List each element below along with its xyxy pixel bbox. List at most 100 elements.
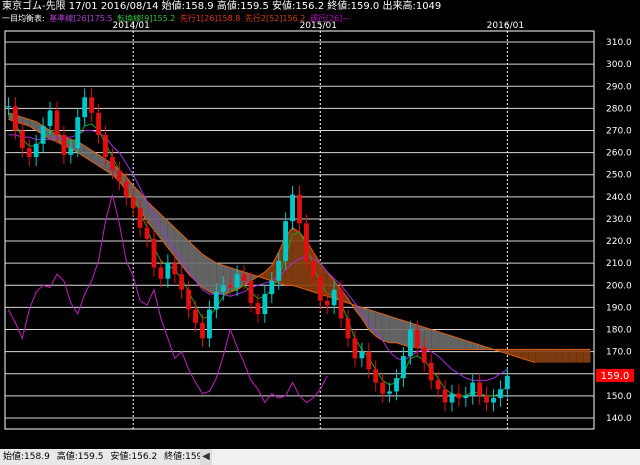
candle-body xyxy=(366,351,372,370)
candle-body xyxy=(213,291,219,310)
candle-body xyxy=(477,382,483,396)
candle-body xyxy=(380,382,386,394)
scroll-left-arrow-icon[interactable]: ◀ xyxy=(200,449,212,465)
candle-body xyxy=(61,134,67,155)
horizontal-scrollbar[interactable] xyxy=(200,449,640,465)
candle-body xyxy=(130,196,136,208)
candle-body xyxy=(359,351,365,359)
candle-body xyxy=(172,263,178,275)
candle-body xyxy=(373,369,379,383)
cloud-segment xyxy=(438,331,446,350)
cloud-segment xyxy=(292,227,300,288)
candle-body xyxy=(338,289,344,319)
y-tick-label: 230.0 xyxy=(606,215,632,225)
y-tick-label: 250.0 xyxy=(606,171,632,181)
candle-body xyxy=(12,106,18,131)
y-tick-label: 180.0 xyxy=(606,326,632,336)
status-open: 始値:158.9 xyxy=(3,452,50,462)
candle-body xyxy=(6,106,11,108)
cloud-segment xyxy=(555,349,563,363)
candle-body xyxy=(290,194,295,222)
candle-body xyxy=(241,274,247,281)
ichimoku-chart[interactable]: 140.0150.0160.0170.0180.0190.0200.0210.0… xyxy=(0,0,640,449)
cloud-segment xyxy=(389,316,397,343)
candle-body xyxy=(54,110,60,135)
y-tick-label: 210.0 xyxy=(606,259,632,269)
candle-body xyxy=(401,356,406,379)
candle-body xyxy=(297,194,302,224)
y-tick-label: 220.0 xyxy=(606,237,632,247)
candle-body xyxy=(498,389,503,399)
candle-body xyxy=(26,148,32,158)
candle-body xyxy=(255,302,261,315)
y-tick-label: 150.0 xyxy=(606,392,632,402)
cloud-segment xyxy=(548,349,556,363)
candle-body xyxy=(19,130,25,149)
candle-body xyxy=(144,227,150,239)
cloud-segment xyxy=(424,327,432,350)
y-tick-label: 190.0 xyxy=(606,303,632,313)
candle-body xyxy=(304,223,309,261)
cloud-segment xyxy=(576,349,584,363)
y-tick-label: 300.0 xyxy=(606,60,632,70)
candle-body xyxy=(283,221,289,261)
candle-body xyxy=(200,322,205,339)
candle-body xyxy=(387,391,393,394)
candle-body xyxy=(414,329,420,348)
candle-body xyxy=(75,117,81,149)
cloud-segment xyxy=(202,254,210,292)
cloud-segment xyxy=(535,349,543,363)
candle-body xyxy=(116,170,122,182)
candle-body xyxy=(103,134,108,158)
cloud-segment xyxy=(583,349,591,363)
candle-body xyxy=(220,285,226,292)
cloud-segment xyxy=(396,318,404,345)
candle-body xyxy=(123,181,129,197)
candle-body xyxy=(317,276,323,301)
y-tick-label: 200.0 xyxy=(606,281,632,291)
candle-body xyxy=(151,238,157,268)
candle-body xyxy=(165,263,171,279)
candle-body xyxy=(435,380,441,390)
candle-body xyxy=(442,389,448,403)
status-low: 安値:156.2 xyxy=(110,452,158,462)
candle-body xyxy=(68,148,74,155)
y-tick-label: 240.0 xyxy=(606,193,632,203)
candle-body xyxy=(40,126,46,144)
candle-body xyxy=(47,110,53,127)
cloud-segment xyxy=(382,314,390,343)
candle-body xyxy=(324,300,330,306)
candle-body xyxy=(463,395,469,399)
candle-body xyxy=(421,347,427,363)
y-tick-label: 270.0 xyxy=(606,127,632,137)
cloud-segment xyxy=(209,258,217,295)
candle-body xyxy=(470,382,476,396)
candle-body xyxy=(248,280,254,303)
y-tick-label: 290.0 xyxy=(606,82,632,92)
status-bar: 始値:158.9 高値:159.5 安値:156.2 終値:159.0 xyxy=(0,449,200,465)
last-price-label: 159.0 xyxy=(601,371,630,382)
y-tick-label: 170.0 xyxy=(606,348,632,358)
candle-body xyxy=(262,294,268,315)
candle-body xyxy=(206,309,212,339)
candle-body xyxy=(96,112,101,135)
candle-body xyxy=(89,97,95,113)
candle-body xyxy=(109,157,115,171)
status-high: 高値:159.5 xyxy=(56,452,104,462)
y-tick-label: 280.0 xyxy=(606,104,632,114)
candle-body xyxy=(484,395,490,403)
cloud-segment xyxy=(569,349,577,363)
candle-body xyxy=(269,280,275,295)
candle-body xyxy=(193,309,198,323)
candle-body xyxy=(158,267,164,279)
cloud-segment xyxy=(562,349,570,363)
status-close: 終値:159.0 xyxy=(164,452,200,462)
candle-body xyxy=(449,393,455,403)
candle-body xyxy=(234,274,240,288)
cloud-segment xyxy=(542,349,549,363)
candle-body xyxy=(331,289,337,306)
y-tick-label: 310.0 xyxy=(606,38,632,48)
candle-body xyxy=(456,393,462,399)
x-tick-label: 2015/01 xyxy=(300,21,337,31)
candle-body xyxy=(345,318,351,339)
